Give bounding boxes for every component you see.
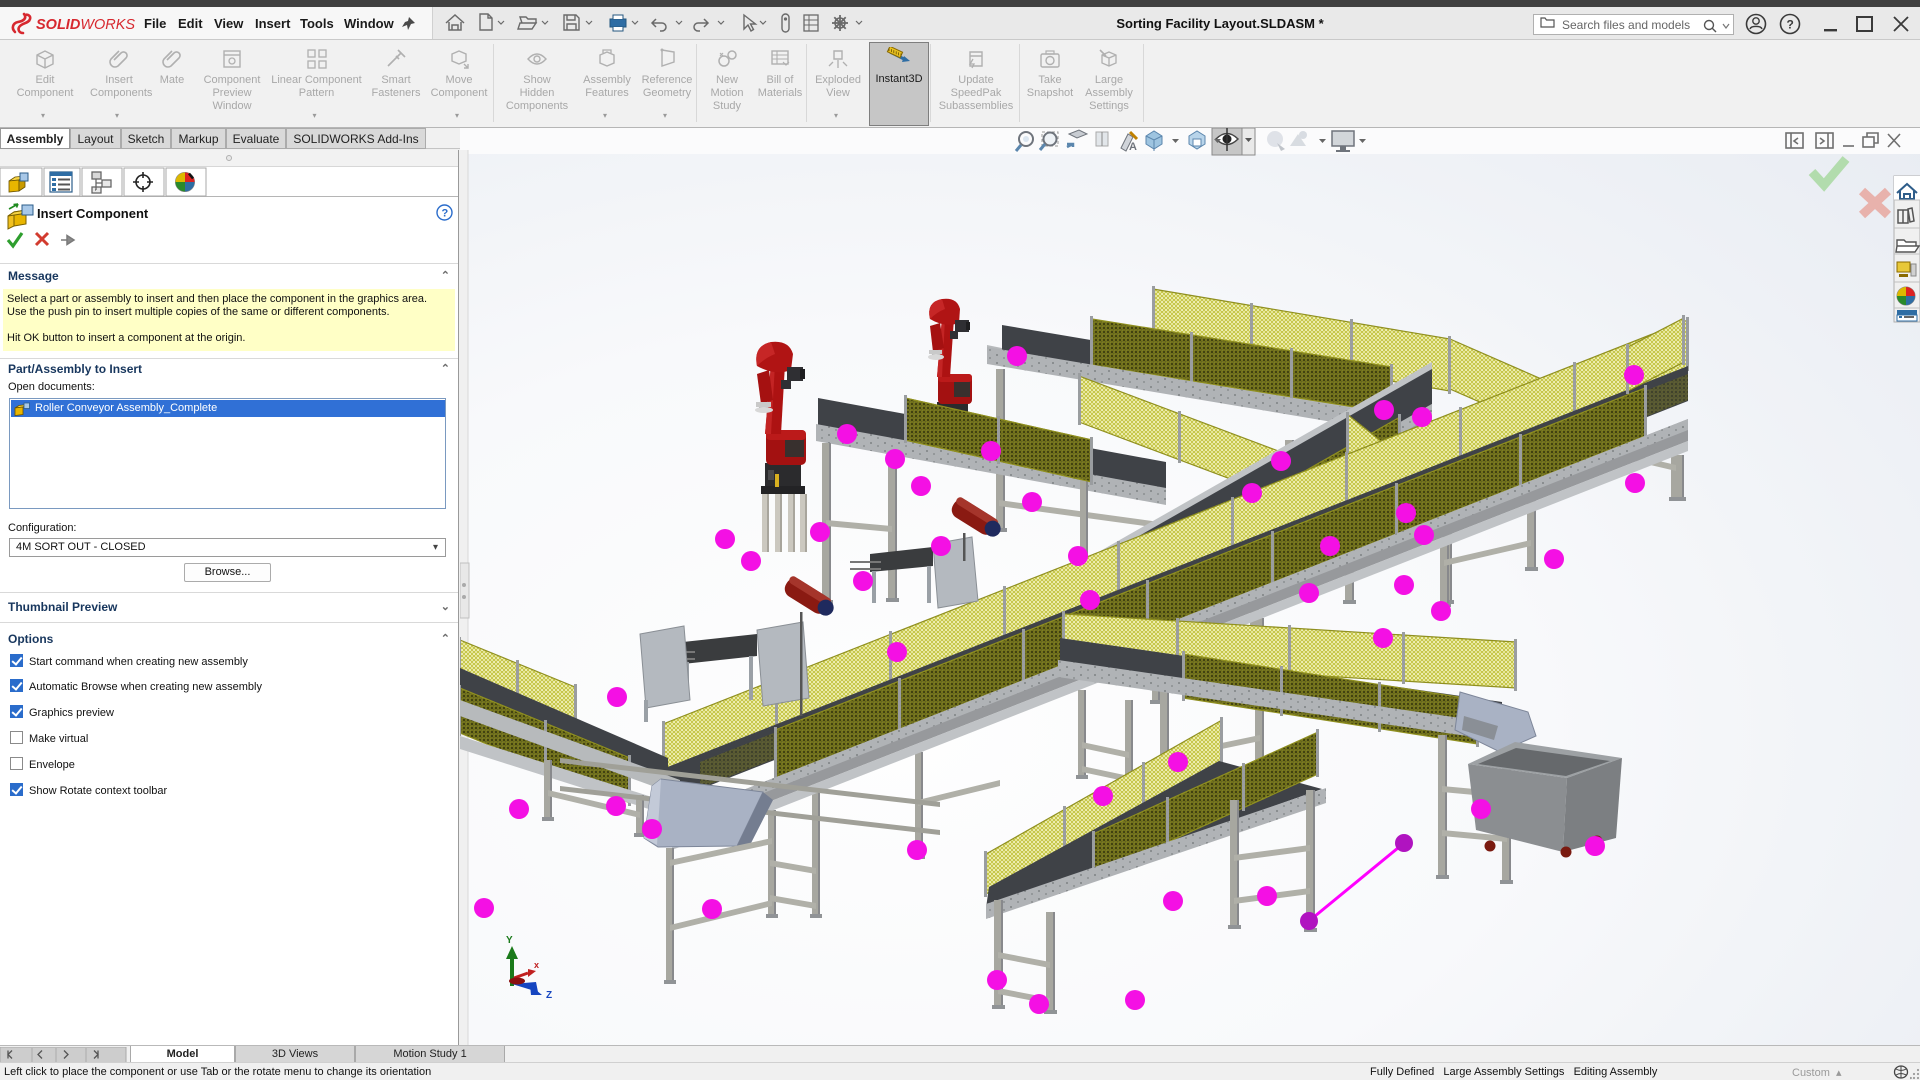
svg-text:SOLIDWORKS: SOLIDWORKS bbox=[36, 17, 135, 33]
svg-text:Z: Z bbox=[546, 990, 552, 1001]
svg-text:?: ? bbox=[442, 208, 449, 220]
svg-text:x: x bbox=[534, 960, 539, 970]
svg-text:A: A bbox=[1129, 141, 1137, 153]
svg-text:?: ? bbox=[1787, 18, 1794, 32]
svg-text:Y: Y bbox=[506, 935, 513, 946]
